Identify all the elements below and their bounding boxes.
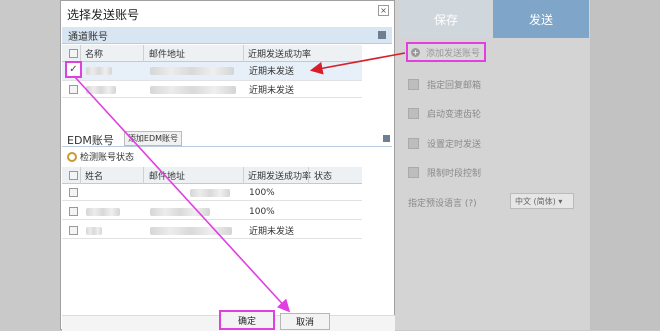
column-status: 状态 bbox=[314, 172, 333, 182]
column-email: 邮件地址 bbox=[149, 172, 186, 182]
checkbox[interactable] bbox=[408, 166, 419, 178]
select-all-checkbox[interactable] bbox=[69, 171, 78, 180]
row-checkbox-checked[interactable]: ✓ bbox=[65, 61, 82, 78]
option-reply-to[interactable]: 指定回复邮箱 bbox=[408, 75, 481, 93]
success-rate: 100% bbox=[249, 206, 275, 217]
blurred-name bbox=[86, 226, 102, 235]
option-scheduled-send[interactable]: 设置定时发送 bbox=[408, 134, 481, 152]
row-checkbox[interactable] bbox=[69, 188, 78, 197]
table-row[interactable]: 100% bbox=[62, 203, 362, 220]
plus-icon: + bbox=[411, 47, 420, 57]
column-name: 姓名 bbox=[85, 172, 104, 182]
magnifier-icon bbox=[67, 151, 77, 162]
cancel-button[interactable]: 取消 bbox=[280, 313, 330, 330]
checkbox[interactable] bbox=[408, 107, 419, 119]
sidebar-strip bbox=[590, 0, 660, 330]
add-send-account-button[interactable]: + 添加发送账号 bbox=[406, 42, 486, 62]
tab-save[interactable]: 保存 bbox=[400, 0, 492, 38]
dialog-title: 选择发送账号 bbox=[67, 8, 140, 22]
general-accounts-header: 通道账号 bbox=[62, 27, 392, 44]
blurred-name bbox=[86, 207, 120, 216]
row-checkbox[interactable] bbox=[69, 85, 78, 94]
close-icon[interactable]: × bbox=[378, 5, 389, 16]
table-row[interactable]: 近期未发送 bbox=[62, 222, 362, 239]
confirm-button[interactable]: 确定 bbox=[219, 310, 275, 330]
table-header: 名称 邮件地址 近期发送成功率 bbox=[62, 45, 362, 62]
table-row[interactable]: 近期未发送 bbox=[62, 62, 362, 81]
option-speed-gear[interactable]: 启动变速齿轮 bbox=[408, 104, 481, 122]
language-select[interactable]: 中文 (简体) ▾ bbox=[510, 193, 574, 209]
row-checkbox[interactable] bbox=[69, 207, 78, 216]
option-time-limit[interactable]: 限制时段控制 bbox=[408, 163, 481, 181]
table-header: 姓名 邮件地址 近期发送成功率 状态 bbox=[62, 167, 362, 184]
column-rate: 近期发送成功率 bbox=[248, 50, 312, 60]
check-account-status-label: 检测账号状态 bbox=[80, 153, 135, 163]
blurred-email bbox=[150, 66, 234, 75]
add-send-account-label: 添加发送账号 bbox=[426, 48, 481, 59]
blurred-email bbox=[150, 226, 232, 235]
blurred-email bbox=[150, 85, 236, 94]
select-account-dialog: 选择发送账号 × 通道账号 名称 邮件地址 近期发送成功率 近期未发送 近期未发… bbox=[60, 0, 395, 331]
send-status: 近期未发送 bbox=[249, 227, 295, 237]
table-row[interactable]: 100% bbox=[62, 184, 362, 201]
row-checkbox[interactable] bbox=[69, 226, 78, 235]
send-status: 近期未发送 bbox=[249, 67, 295, 77]
check-account-status-button[interactable]: 检测账号状态 bbox=[67, 150, 134, 163]
general-accounts-title: 通道账号 bbox=[68, 31, 108, 43]
checkbox[interactable] bbox=[408, 78, 419, 90]
language-label: 指定预设语言 (?) bbox=[408, 199, 477, 209]
select-all-checkbox[interactable] bbox=[69, 49, 78, 58]
blurred-name bbox=[86, 85, 116, 94]
send-status: 近期未发送 bbox=[249, 86, 295, 96]
column-rate: 近期发送成功率 bbox=[248, 172, 312, 182]
tab-send[interactable]: 发送 bbox=[493, 0, 589, 38]
table-row[interactable]: 近期未发送 bbox=[62, 81, 362, 98]
checkbox[interactable] bbox=[408, 137, 419, 149]
column-name: 名称 bbox=[85, 50, 104, 60]
collapse-icon[interactable] bbox=[378, 31, 386, 39]
add-edm-account-button[interactable]: 添加EDM账号 bbox=[124, 131, 182, 146]
column-email: 邮件地址 bbox=[149, 50, 186, 60]
blurred-email bbox=[190, 188, 230, 197]
blurred-name bbox=[86, 66, 112, 75]
collapse-icon[interactable] bbox=[383, 135, 390, 142]
success-rate: 100% bbox=[249, 187, 275, 198]
divider bbox=[62, 146, 392, 147]
blurred-email bbox=[150, 207, 210, 216]
